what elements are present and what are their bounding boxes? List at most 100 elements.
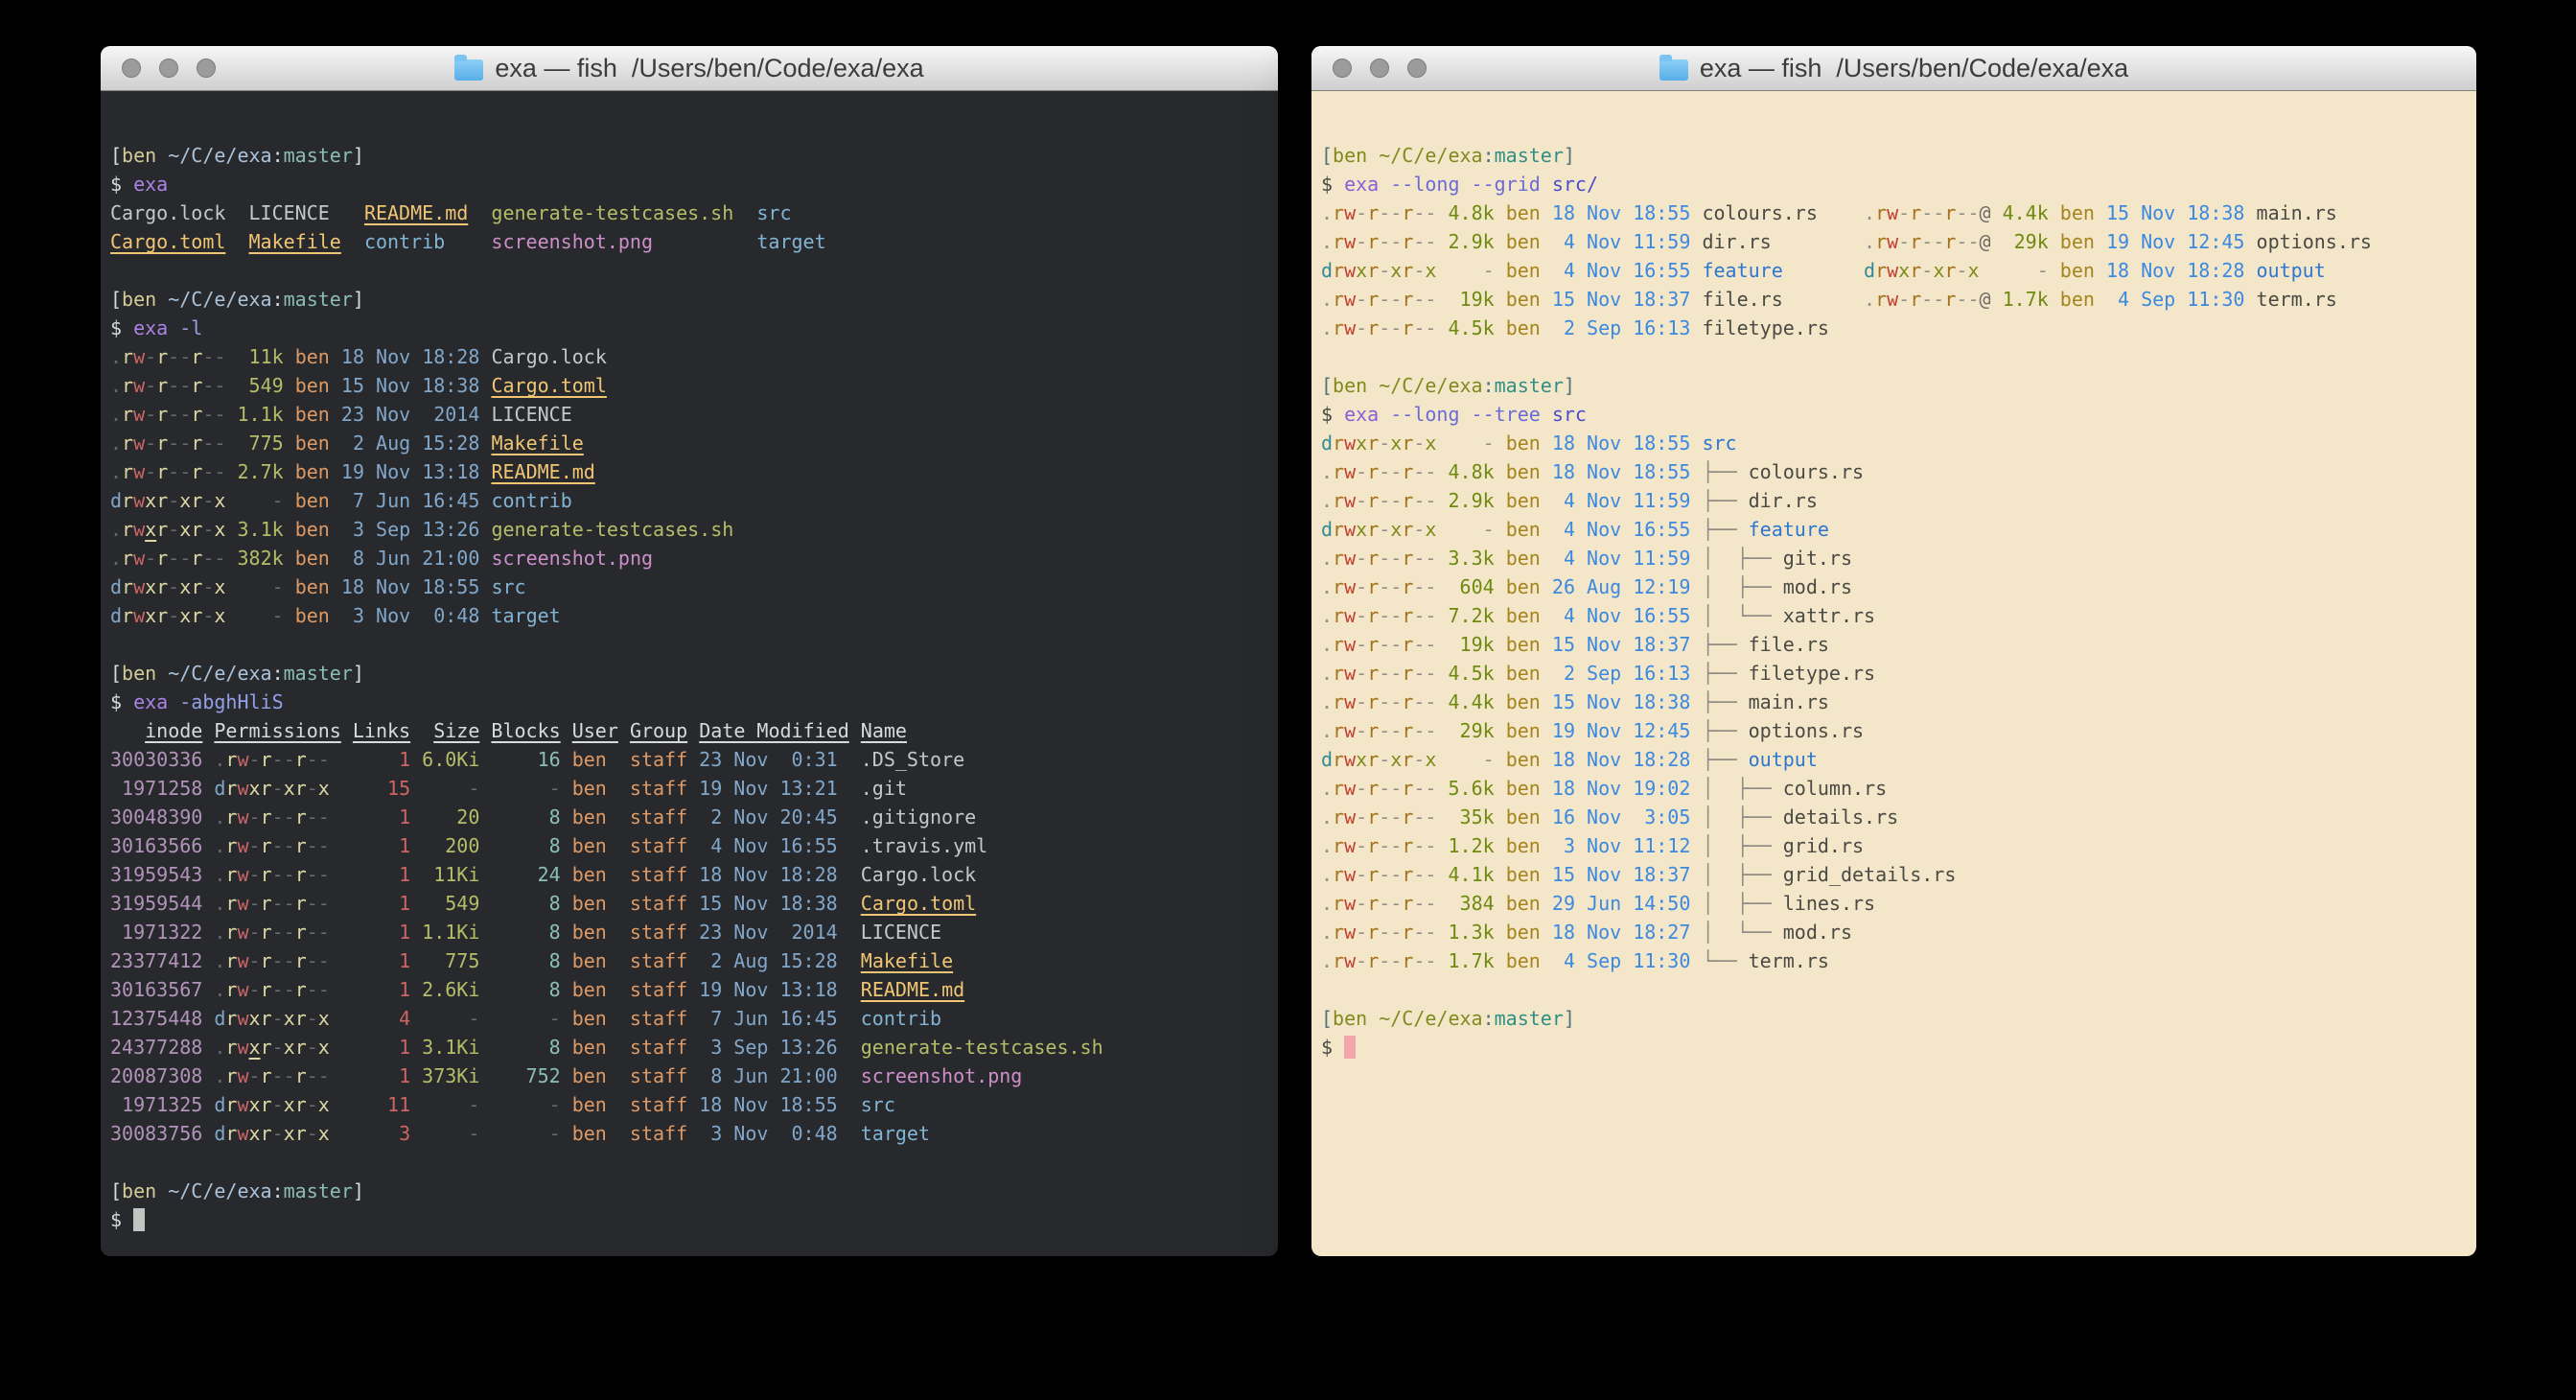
terminal-text-segment: r [1333,690,1344,713]
terminal-line: 31959544 .rw-r--r-- 1 549 8 ben staff 15… [110,889,1278,918]
terminal-text-segment: - [1898,201,1910,224]
terminal-text-segment: ├── [1702,719,1748,742]
terminal-line [110,256,1278,285]
terminal-text-segment: . [1321,834,1333,857]
terminal-text-segment: $ [1321,173,1344,196]
terminal-text-segment: -- [1413,892,1436,915]
terminal-text-segment: d [1321,748,1333,771]
terminal-text-segment: contrib [479,489,571,512]
terminal-text-segment: src [479,575,525,598]
terminal-text-segment [156,288,168,311]
terminal-text-segment: r [1910,288,1921,311]
folder-icon [454,59,483,81]
terminal-text-segment: r [156,547,168,570]
terminal-text-segment: x [284,1093,295,1116]
terminal-text-segment: . [1321,201,1333,224]
terminal-text-segment: [ [110,662,122,685]
terminal-line: .rw-r--r-- 4.5k ben 2 Sep 16:13 filetype… [1321,314,2476,342]
terminal-text-segment: master [284,144,353,167]
terminal-text-segment: - [249,949,261,972]
terminal-text-segment: x [1425,259,1436,282]
terminal-line: .rw-r--r-- 4.1k ben 15 Nov 18:37 │ ├── g… [1321,860,2476,889]
terminal-text-segment: r [1402,921,1413,944]
terminal-text-segment: w [1344,690,1356,713]
terminal-text-segment: exa [1344,173,1379,196]
terminal-text-segment: -- [1413,547,1436,570]
terminal-text-segment: -- [1379,575,1402,598]
terminal-line: 12375448 drwxr-xr-x 4 - - ben staff 7 Ju… [110,1004,1278,1033]
terminal-text-segment: Makefile [491,432,583,455]
terminal-text-segment: -- [1379,316,1402,339]
terminal-text-segment: - [272,1093,284,1116]
terminal-text-segment: r [261,892,272,915]
terminal-text-segment: ben staff [561,777,687,800]
terminal-text-segment: master [284,288,353,311]
terminal-text-segment: │ ├── [1702,777,1782,800]
terminal-text-segment [330,201,364,224]
terminal-text-segment: . [110,432,122,455]
terminal-text-segment: │ └── [1702,921,1782,944]
terminal-text-segment: -- [272,892,295,915]
terminal-text-segment: . [1321,489,1333,512]
terminal-text-segment [202,777,214,800]
terminal-text-segment: 5.6k [1436,777,1494,800]
terminal-text-segment: d [1321,432,1333,455]
terminal-text-segment: w [237,1064,248,1087]
minimize-button[interactable] [159,58,178,78]
terminal-text-segment: 1 [330,949,410,972]
terminal-text-segment: master [284,662,353,685]
terminal-text-segment [202,921,214,944]
text-cursor [133,1208,145,1231]
terminal-text-segment: -- [1379,949,1402,972]
terminal-text-segment: 15 Nov 18:38 [330,374,480,397]
terminal-line: [ben ~/C/e/exa:master] [110,659,1278,688]
terminal-text-segment: r [1367,518,1379,541]
terminal-text-segment: 4 Sep 11:30 [1541,949,1691,972]
terminal-text-segment: - [1356,777,1367,800]
terminal-text-segment: r [295,777,307,800]
terminal-text-segment: -- [307,1064,330,1087]
terminal-text-segment: - [145,432,156,455]
terminal-text-segment: [ [110,288,122,311]
terminal-text-segment: 31959543 [110,863,202,886]
close-button[interactable] [122,58,141,78]
terminal-text-segment: mod.rs [1783,575,1852,598]
titlebar-left[interactable]: exa — fish /Users/ben/Code/exa/exa [101,46,1278,91]
terminal-text-segment: 18 Nov 18:28 [330,345,480,368]
zoom-button[interactable] [1407,58,1427,78]
terminal-output-right[interactable]: [ben ~/C/e/exa:master]$ exa --long --gri… [1311,91,2476,1062]
terminal-text-segment: x [1356,259,1367,282]
terminal-text-segment: r [261,949,272,972]
terminal-text-segment: ben [1495,662,1541,685]
terminal-text-segment: grid.rs [1783,834,1864,857]
terminal-output-left[interactable]: [ben ~/C/e/exa:master]$ exaCargo.lock LI… [101,91,1278,1234]
terminal-text-segment: w [1344,921,1356,944]
terminal-text-segment: r [1402,316,1413,339]
close-button[interactable] [1333,58,1352,78]
terminal-text-segment: 8 [479,978,560,1001]
terminal-text-segment: r [261,863,272,886]
terminal-text-segment: r [225,1036,237,1059]
terminal-line: [ben ~/C/e/exa:master] [1321,371,2476,400]
terminal-text-segment: output [2244,259,2325,282]
zoom-button[interactable] [197,58,216,78]
terminal-text-segment: - [1356,921,1367,944]
terminal-line: .rw-r--r-- 384 ben 29 Jun 14:50 │ ├── li… [1321,889,2476,918]
titlebar-right[interactable]: exa — fish /Users/ben/Code/exa/exa [1311,46,2476,91]
terminal-text-segment: ~/C/e/exa [168,1179,271,1202]
terminal-text-segment: 29k [1436,719,1494,742]
terminal-text-segment: w [237,1122,248,1145]
terminal-text-segment: r [1402,834,1413,857]
terminal-text-segment: r [1333,805,1344,828]
minimize-button[interactable] [1370,58,1389,78]
terminal-text-segment: -l [168,316,202,339]
terminal-text-segment: 3 Nov 0:48 [330,604,480,627]
terminal-text-segment [202,1036,214,1059]
terminal-text-segment: r [156,604,168,627]
terminal-text-segment: r [122,489,133,512]
terminal-text-segment: Makefile [861,949,953,972]
terminal-text-segment: filetype.rs [1749,662,1875,685]
terminal-text-segment: Makefile [249,230,341,253]
terminal-text-segment: r [1367,259,1379,282]
terminal-text-segment: - [1356,604,1367,627]
